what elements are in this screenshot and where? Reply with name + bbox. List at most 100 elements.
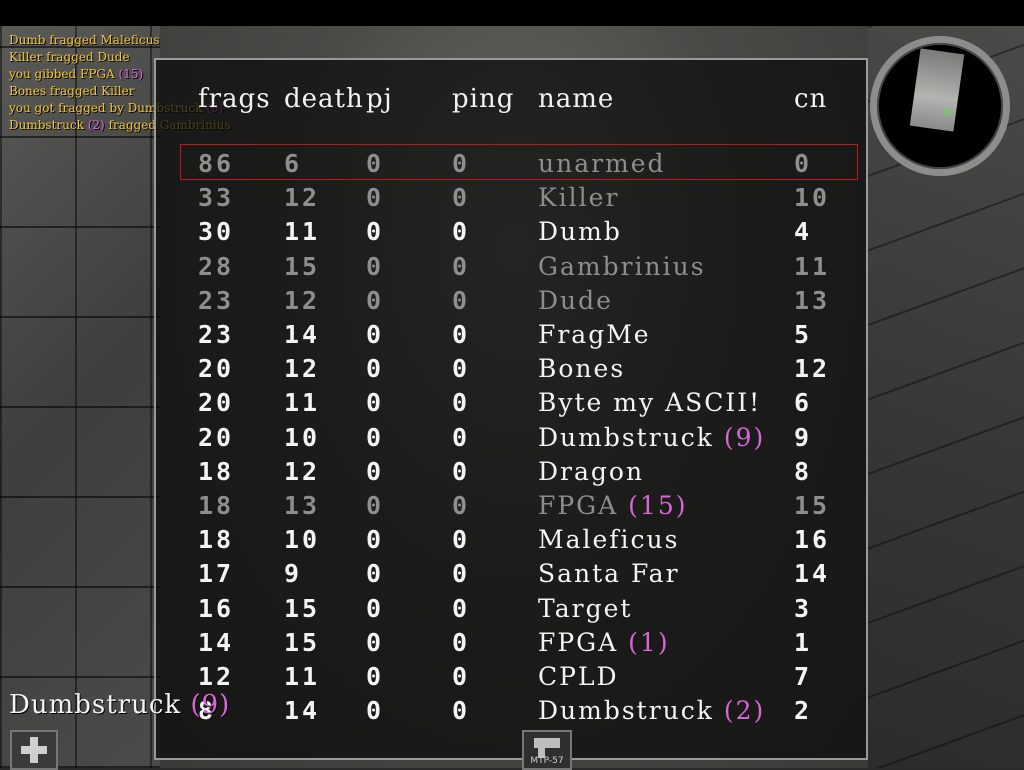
header-pj: pj bbox=[366, 84, 393, 114]
row-cn: 16 bbox=[794, 525, 830, 554]
row-name: Byte my ASCII! bbox=[538, 388, 761, 417]
row-frags: 28 bbox=[198, 252, 234, 281]
row-name: Gambrinius bbox=[538, 252, 706, 281]
header-frags: frags bbox=[198, 84, 271, 114]
kill-feed-text: Bones fragged Killer bbox=[9, 84, 135, 98]
smg-weapon-icon: MTP-57 bbox=[522, 730, 572, 770]
row-ping: 0 bbox=[452, 252, 470, 281]
row-pj-value: 0 bbox=[366, 251, 385, 281]
row-cn: 2 bbox=[794, 696, 812, 725]
row-name-value: unarmed bbox=[538, 149, 666, 178]
weapon-label: MTP-57 bbox=[530, 756, 564, 766]
row-cn-value: 2 bbox=[794, 696, 813, 726]
row-ping: 0 bbox=[452, 423, 470, 452]
kill-feed-text: Dumb fragged Maleficus bbox=[9, 33, 160, 47]
row-name: Dumb bbox=[538, 217, 622, 246]
row-frags-value: 30 bbox=[198, 217, 235, 247]
row-death: 9 bbox=[284, 559, 302, 588]
row-ping-value: 0 bbox=[452, 593, 471, 623]
row-ping-value: 0 bbox=[452, 491, 471, 520]
scoreboard-row: 18 10 0 0 Maleficus 16 bbox=[156, 525, 866, 559]
row-death: 15 bbox=[284, 628, 320, 657]
row-name-value: Killer bbox=[538, 183, 620, 213]
row-client-tag: (15) bbox=[628, 491, 688, 520]
row-ping: 0 bbox=[452, 525, 470, 554]
row-frags: 20 bbox=[198, 388, 234, 417]
row-cn-value: 12 bbox=[794, 354, 831, 384]
row-frags: 20 bbox=[198, 423, 234, 452]
row-frags: 30 bbox=[198, 217, 234, 246]
row-name: CPLD bbox=[538, 662, 619, 691]
row-cn: 12 bbox=[794, 354, 830, 383]
top-black-bar bbox=[0, 0, 1024, 26]
row-name-value: Dude bbox=[538, 285, 613, 315]
row-pj-value: 0 bbox=[366, 662, 385, 691]
row-frags-value: 28 bbox=[198, 251, 235, 281]
row-pj: 0 bbox=[366, 183, 384, 212]
row-ping-value: 0 bbox=[452, 320, 471, 349]
row-death-value: 12 bbox=[284, 354, 321, 384]
row-death-value: 12 bbox=[284, 285, 321, 315]
row-frags-value: 18 bbox=[198, 525, 235, 555]
row-cn: 3 bbox=[794, 594, 812, 623]
row-ping: 0 bbox=[452, 217, 470, 246]
row-ping: 0 bbox=[452, 559, 470, 588]
row-name-value: FragMe bbox=[538, 320, 651, 349]
row-death-value: 11 bbox=[284, 388, 321, 418]
row-death-value: 6 bbox=[284, 149, 303, 178]
row-ping: 0 bbox=[452, 628, 470, 657]
row-cn: 9 bbox=[794, 423, 812, 452]
scoreboard-row: 86 6 0 0 unarmed 0 bbox=[156, 144, 866, 183]
header-name: name bbox=[538, 84, 615, 114]
row-name: Dumbstruck (9) bbox=[538, 423, 765, 452]
row-pj-value: 0 bbox=[366, 183, 385, 213]
row-pj: 0 bbox=[366, 594, 384, 623]
row-frags-value: 16 bbox=[198, 593, 235, 623]
row-client-tag: (1) bbox=[628, 627, 670, 657]
row-death: 11 bbox=[284, 662, 320, 691]
row-ping-value: 0 bbox=[452, 354, 471, 384]
row-death-value: 12 bbox=[284, 183, 321, 213]
row-death-value: 13 bbox=[284, 491, 321, 520]
row-pj: 0 bbox=[366, 628, 384, 657]
row-pj-value: 0 bbox=[366, 388, 385, 418]
row-death: 15 bbox=[284, 252, 320, 281]
row-death-value: 9 bbox=[284, 559, 303, 589]
row-frags-value: 20 bbox=[198, 354, 235, 384]
row-cn-value: 9 bbox=[794, 422, 813, 452]
scoreboard-row: 20 10 0 0 Dumbstruck (9) 9 bbox=[156, 423, 866, 457]
player-name-text: Dumbstruck bbox=[9, 690, 182, 720]
row-death: 13 bbox=[284, 491, 320, 520]
row-pj-value: 0 bbox=[366, 422, 385, 452]
row-death-value: 14 bbox=[284, 696, 321, 726]
row-pj-value: 0 bbox=[366, 696, 385, 726]
row-ping-value: 0 bbox=[452, 217, 471, 247]
row-frags: 86 bbox=[198, 149, 234, 178]
player-name: Dumbstruck (9) bbox=[9, 690, 230, 720]
row-frags: 17 bbox=[198, 559, 234, 588]
row-pj: 0 bbox=[366, 525, 384, 554]
row-name-value: Byte my ASCII! bbox=[538, 388, 762, 418]
row-cn: 7 bbox=[794, 662, 812, 691]
row-pj: 0 bbox=[366, 388, 384, 417]
row-frags-value: 23 bbox=[198, 285, 235, 315]
row-name-value: Gambrinius bbox=[538, 251, 706, 281]
header-cn: cn bbox=[794, 84, 828, 114]
row-frags-value: 86 bbox=[198, 149, 235, 178]
row-cn: 1 bbox=[794, 628, 812, 657]
row-frags: 23 bbox=[198, 320, 234, 349]
header-ping: ping bbox=[452, 84, 515, 114]
scoreboard-row: 23 14 0 0 FragMe 5 bbox=[156, 320, 866, 354]
kill-feed-text: Dumbstruck bbox=[9, 118, 84, 132]
row-name: Target bbox=[538, 594, 632, 623]
scoreboard-row: 30 11 0 0 Dumb 4 bbox=[156, 217, 866, 251]
row-frags: 12 bbox=[198, 662, 234, 691]
row-frags: 14 bbox=[198, 628, 234, 657]
row-frags-value: 17 bbox=[198, 559, 235, 589]
row-death-value: 14 bbox=[284, 320, 321, 349]
row-pj-value: 0 bbox=[366, 456, 385, 486]
scoreboard-row: 28 15 0 0 Gambrinius 11 bbox=[156, 252, 866, 286]
row-pj: 0 bbox=[366, 217, 384, 246]
row-cn-value: 15 bbox=[794, 491, 831, 520]
row-ping-value: 0 bbox=[452, 183, 471, 213]
